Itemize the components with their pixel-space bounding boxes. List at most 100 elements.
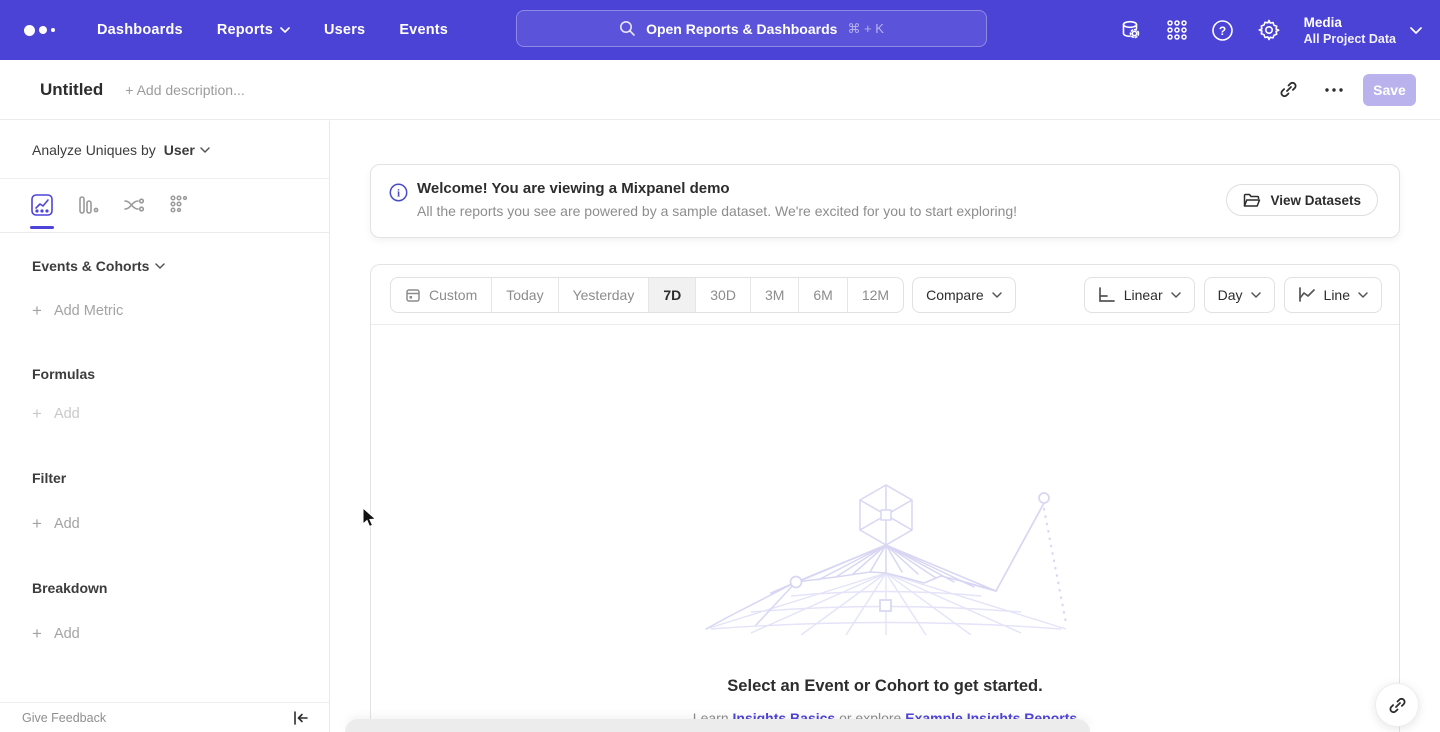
chevron-down-icon	[155, 263, 165, 269]
svg-text:?: ?	[1219, 24, 1226, 38]
line-chart-icon	[30, 193, 54, 217]
date-range-3m[interactable]: 3M	[751, 278, 799, 312]
scale-dropdown[interactable]: Linear	[1084, 277, 1195, 313]
save-button[interactable]: Save	[1363, 74, 1416, 106]
section-breakdown: Breakdown	[0, 580, 329, 596]
nav-item-events[interactable]: Events	[382, 14, 465, 46]
tab-insights[interactable]	[30, 185, 54, 229]
nav-item-dashboards[interactable]: Dashboards	[80, 14, 200, 46]
chevron-down-icon	[1251, 292, 1261, 298]
interval-dropdown[interactable]: Day	[1204, 277, 1275, 313]
view-datasets-label: View Datasets	[1270, 193, 1361, 208]
banner-subtitle: All the reports you see are powered by a…	[417, 203, 1017, 219]
interval-label: Day	[1218, 287, 1243, 303]
add-breakdown-button[interactable]: + Add	[0, 624, 329, 644]
empty-state: Select an Event or Cohort to get started…	[371, 325, 1399, 732]
report-title[interactable]: Untitled	[40, 80, 103, 100]
apps-grid-button[interactable]	[1158, 11, 1196, 49]
section-title: Formulas	[32, 366, 95, 382]
report-header: Untitled + Add description... Save	[0, 60, 1440, 120]
date-range-label: 6M	[813, 287, 832, 303]
add-filter-button[interactable]: + Add	[0, 514, 329, 534]
search-shortcut: ⌘ + K	[847, 21, 884, 37]
report-header-actions: Save	[1271, 73, 1416, 107]
bar-chart-icon	[76, 193, 100, 217]
flows-icon	[122, 193, 146, 217]
give-feedback-link[interactable]: Give Feedback	[22, 711, 106, 725]
calendar-icon	[405, 287, 421, 303]
chart-toolbar: Custom Today Yesterday 7D 30D 3M 6M 12M …	[371, 265, 1399, 325]
mixpanel-insights-page: Dashboards Reports Users Events Open Rep…	[0, 0, 1440, 732]
scale-label: Linear	[1124, 287, 1163, 303]
add-metric-button[interactable]: + Add Metric	[0, 301, 329, 321]
section-formulas: Formulas	[0, 366, 329, 382]
chevron-down-icon	[1358, 292, 1368, 298]
global-search-input[interactable]: Open Reports & Dashboards ⌘ + K	[516, 10, 987, 47]
date-range-6m[interactable]: 6M	[799, 278, 847, 312]
more-options-button[interactable]	[1317, 73, 1351, 107]
nav-label: Reports	[217, 22, 273, 38]
section-title: Breakdown	[32, 580, 107, 596]
tab-funnels[interactable]	[76, 185, 100, 229]
date-range-label: Custom	[429, 287, 477, 303]
chevron-down-icon	[280, 27, 290, 33]
help-button[interactable]: ?	[1204, 11, 1242, 49]
chart-type-label: Line	[1324, 287, 1350, 303]
date-range-today[interactable]: Today	[492, 278, 558, 312]
date-range-30d[interactable]: 30D	[696, 278, 751, 312]
empty-state-title: Select an Event or Cohort to get started…	[371, 677, 1399, 696]
section-title: Events & Cohorts	[32, 258, 149, 274]
project-switcher[interactable]: Media All Project Data	[1304, 14, 1422, 47]
info-icon: i	[389, 183, 408, 202]
add-filter-label: Add	[54, 516, 80, 532]
nav-item-reports[interactable]: Reports	[200, 14, 307, 46]
date-range-label: 7D	[663, 287, 681, 303]
copy-link-button[interactable]	[1271, 73, 1305, 107]
collapse-sidebar-icon[interactable]	[293, 711, 308, 725]
empty-state-illustration	[696, 483, 1076, 635]
chevron-down-icon	[992, 292, 1002, 298]
search-icon	[619, 20, 636, 37]
add-description-field[interactable]: + Add description...	[125, 82, 244, 98]
add-formula-button[interactable]: + Add	[0, 404, 329, 424]
tab-retention[interactable]	[168, 185, 192, 229]
nav-right: ? Media All Project Data	[1112, 0, 1422, 60]
link-icon	[1279, 80, 1298, 99]
chevron-down-icon[interactable]	[200, 147, 210, 153]
date-range-custom[interactable]: Custom	[391, 278, 492, 312]
compare-dropdown[interactable]: Compare	[912, 277, 1016, 313]
chevron-down-icon	[1410, 27, 1422, 34]
date-range-7d[interactable]: 7D	[649, 278, 696, 312]
settings-button[interactable]	[1250, 11, 1288, 49]
folder-open-icon	[1243, 193, 1261, 208]
data-management-button[interactable]	[1112, 11, 1150, 49]
nav-item-users[interactable]: Users	[307, 14, 382, 46]
add-formula-label: Add	[54, 406, 80, 422]
gear-icon	[1257, 18, 1281, 42]
chart-type-dropdown[interactable]: Line	[1284, 277, 1382, 313]
plus-icon: +	[32, 514, 42, 534]
bottom-panel-peek[interactable]	[345, 719, 1090, 732]
tab-flows[interactable]	[122, 185, 146, 229]
analyze-prefix: Analyze Uniques by	[32, 142, 156, 158]
date-range-control: Custom Today Yesterday 7D 30D 3M 6M 12M	[390, 277, 904, 313]
section-events-cohorts[interactable]: Events & Cohorts	[0, 258, 329, 274]
mixpanel-logo-icon[interactable]	[24, 25, 60, 36]
section-title: Filter	[32, 470, 66, 486]
database-gear-icon	[1119, 18, 1143, 42]
date-range-yesterday[interactable]: Yesterday	[559, 278, 650, 312]
date-range-label: 3M	[765, 287, 784, 303]
date-range-label: Yesterday	[573, 287, 635, 303]
view-datasets-button[interactable]: View Datasets	[1226, 184, 1378, 216]
banner-title: Welcome! You are viewing a Mixpanel demo	[417, 180, 730, 197]
plus-icon: +	[32, 624, 42, 644]
link-icon	[1388, 696, 1407, 715]
analyze-value-dropdown[interactable]: User	[164, 142, 195, 158]
top-nav: Dashboards Reports Users Events Open Rep…	[0, 0, 1440, 60]
date-range-12m[interactable]: 12M	[848, 278, 903, 312]
line-chart-type-icon	[1298, 287, 1316, 303]
share-link-fab[interactable]	[1375, 683, 1419, 727]
nav-items: Dashboards Reports Users Events	[80, 14, 465, 46]
nav-label: Events	[399, 22, 448, 38]
nav-label: Users	[324, 22, 365, 38]
